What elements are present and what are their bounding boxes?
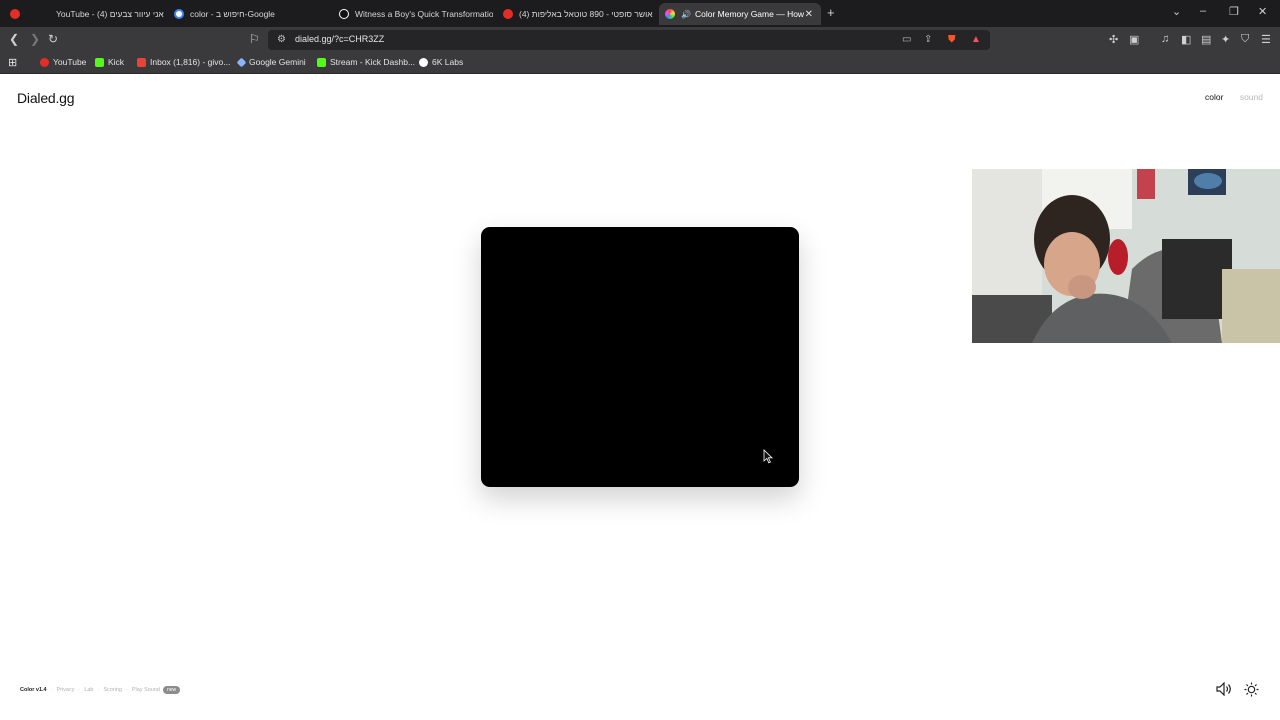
footer-links: Color v1.4 · Privacy · Lab · Scoring · P…	[20, 686, 181, 694]
bookmark-label: 6K Labs	[432, 57, 464, 67]
page-content: Dialed.gg color sound Color v1.4 · Priva…	[0, 75, 1280, 720]
extensions-icon[interactable]: ✣	[1109, 33, 1118, 46]
tab-search-icon[interactable]: ⌄	[1172, 5, 1181, 18]
brave-shields-icon[interactable]: ⛊	[948, 34, 956, 45]
minimize-icon[interactable]: –	[1200, 5, 1206, 17]
close-tab-icon[interactable]: ✕	[805, 9, 813, 20]
site-info-icon[interactable]: ⚙	[277, 34, 286, 45]
kick-icon	[317, 57, 326, 67]
scoring-link[interactable]: Scoring	[103, 687, 122, 693]
gemini-icon	[236, 57, 247, 67]
tab-title: Witness a Boy's Quick Transformatio	[355, 9, 493, 19]
bookmark-gemini[interactable]: Google Gemini	[236, 57, 306, 67]
6k-labs-icon	[419, 57, 428, 67]
apps-grid-icon[interactable]: ⊞	[8, 56, 17, 69]
bookmark-gmail[interactable]: Inbox (1,816) - givo...	[137, 57, 230, 67]
mouse-cursor-icon	[763, 449, 773, 464]
tab-title: Color Memory Game — How	[694, 9, 805, 19]
webcam-overlay	[972, 169, 1280, 343]
back-icon[interactable]: ❮	[9, 32, 19, 46]
url-text: dialed.gg/?c=CHR3ZZ	[295, 34, 385, 44]
version-label: Color v1.4	[20, 687, 47, 693]
bookmark-youtube[interactable]: YouTube	[40, 57, 86, 67]
bookmark-label: Google Gemini	[249, 57, 306, 67]
color-swatch[interactable]	[481, 227, 799, 487]
tiktok-icon	[339, 9, 349, 19]
bookmark-6k-labs[interactable]: 6K Labs	[419, 57, 463, 67]
tab-title: YouTube - אני עיוור צבעים (4)	[56, 9, 164, 19]
speaker-icon[interactable]: 🔊	[681, 10, 691, 19]
restore-icon[interactable]: ❐	[1229, 5, 1239, 18]
reload-icon[interactable]: ↻	[48, 32, 58, 46]
google-icon	[174, 9, 184, 19]
volume-icon[interactable]	[1216, 681, 1232, 699]
close-window-icon[interactable]: ✕	[1258, 5, 1267, 18]
mode-color-link[interactable]: color	[1205, 92, 1223, 102]
media-icon[interactable]: ♫	[1161, 33, 1169, 45]
navigation-bar: ❮ ❯ ↻ ⚐ ⚙ dialed.gg/?c=CHR3ZZ ▭ ⇪ ⛊ ▲ ✣ …	[0, 27, 1280, 53]
youtube-icon	[40, 57, 49, 67]
tab-strip: YouTube - אני עיוור צבעים (4) color - חי…	[0, 0, 1280, 27]
tab-youtube-2[interactable]: (4) אושר סופטי - 890 טוטאל באליפות	[497, 3, 655, 25]
leo-ai-icon[interactable]: ✦	[1221, 33, 1230, 46]
mode-sound-link[interactable]: sound	[1240, 92, 1263, 102]
new-badge: new	[162, 686, 181, 694]
kick-icon	[95, 57, 104, 67]
mode-switch: color sound	[1205, 92, 1263, 102]
vpn-icon[interactable]: ⛉	[1241, 33, 1249, 46]
bookmark-kick-dashboard[interactable]: Stream - Kick Dashb...	[317, 57, 415, 67]
tab-title: color - חיפוש ב-Google	[190, 9, 275, 19]
tab-title: (4) אושר סופטי - 890 טוטאל באליפות	[519, 9, 653, 19]
bookmark-icon[interactable]: ⚐	[249, 32, 260, 46]
gmail-icon	[137, 57, 146, 67]
tab-color-memory-game[interactable]: 🔊 Color Memory Game — How ✕	[659, 3, 821, 25]
youtube-pinned-tab[interactable]	[4, 3, 26, 25]
new-tab-button[interactable]: +	[827, 5, 835, 20]
tab-tiktok[interactable]: Witness a Boy's Quick Transformatio	[333, 3, 493, 25]
forward-icon[interactable]: ❯	[30, 32, 40, 46]
bookmark-label: Stream - Kick Dashb...	[330, 57, 416, 67]
brave-rewards-icon[interactable]: ▲	[971, 34, 981, 45]
menu-icon[interactable]: ☰	[1261, 33, 1271, 46]
tab-youtube[interactable]: YouTube - אני עיוור צבעים (4)	[34, 3, 164, 25]
bookmark-label: Inbox (1,816) - givo...	[150, 57, 231, 67]
sidebar-icon[interactable]: ◧	[1181, 33, 1191, 46]
webcam-person-image	[972, 169, 1280, 343]
screenshot-icon[interactable]: ▣	[1129, 33, 1139, 46]
youtube-icon	[503, 9, 513, 19]
share-icon[interactable]: ⇪	[924, 34, 932, 45]
dialed-favicon-icon	[665, 9, 675, 19]
tab-google[interactable]: color - חיפוש ב-Google	[168, 3, 328, 25]
privacy-link[interactable]: Privacy	[56, 687, 74, 693]
lab-link[interactable]: Lab	[84, 687, 93, 693]
cast-icon[interactable]: ▭	[902, 34, 911, 45]
wallet-icon[interactable]: ▤	[1201, 33, 1211, 46]
tab-favicon	[40, 9, 50, 19]
play-sound-link[interactable]: Play Sound	[132, 687, 160, 693]
bookmark-kick[interactable]: Kick	[95, 57, 124, 67]
bookmark-label: YouTube	[53, 57, 87, 67]
bookmark-label: Kick	[108, 57, 125, 67]
address-bar[interactable]: ⚙ dialed.gg/?c=CHR3ZZ ▭ ⇪ ⛊ ▲	[268, 30, 990, 50]
theme-toggle-icon[interactable]	[1244, 682, 1259, 700]
youtube-icon	[10, 9, 20, 19]
site-logo[interactable]: Dialed.gg	[17, 90, 75, 106]
bookmarks-bar: ⊞ YouTube Kick Inbox (1,816) - givo... G…	[0, 53, 1280, 74]
